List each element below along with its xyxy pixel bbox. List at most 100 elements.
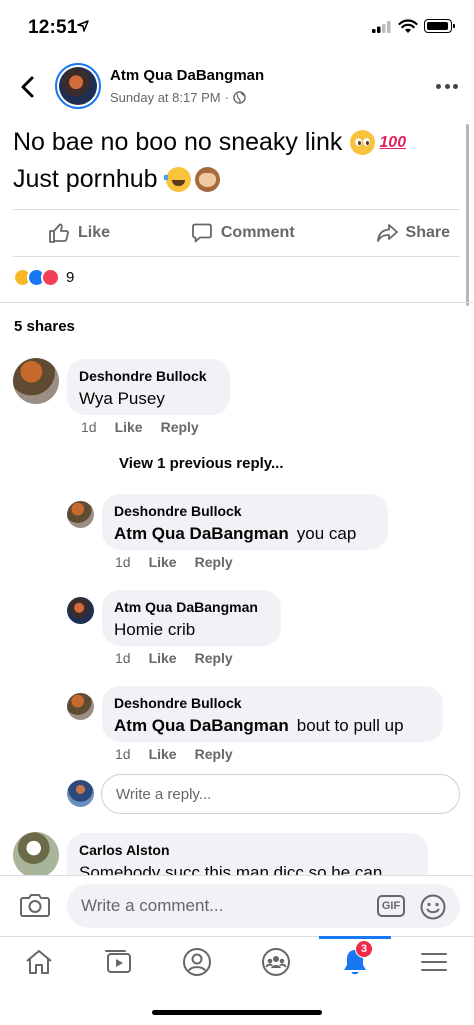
reply-like-button[interactable]: Like bbox=[149, 650, 177, 666]
thumbs-up-icon bbox=[49, 223, 69, 243]
comment-button[interactable]: Comment bbox=[191, 222, 295, 244]
reply-author[interactable]: Atm Qua DaBangman bbox=[114, 598, 269, 616]
reply-avatar[interactable] bbox=[67, 693, 94, 720]
comment-author[interactable]: Deshondre Bullock bbox=[79, 367, 218, 385]
comment-composer: Write a comment... GIF bbox=[0, 875, 474, 936]
meta-separator: · bbox=[224, 90, 229, 105]
pleading-face-icon bbox=[350, 130, 376, 155]
emoji-icon[interactable] bbox=[420, 894, 446, 920]
reply-text: Atm Qua DaBangman bout to pull up bbox=[114, 716, 404, 735]
comment-input-placeholder: Write a comment... bbox=[81, 896, 224, 915]
reaction-summary[interactable]: 9 bbox=[13, 268, 74, 287]
reply-time: 1d bbox=[115, 650, 131, 666]
reply-like-button[interactable]: Like bbox=[149, 554, 177, 570]
back-arrow-icon[interactable] bbox=[14, 72, 42, 102]
reply-bubble: Deshondre Bullock Atm Qua DaBangman you c… bbox=[102, 494, 388, 550]
divider bbox=[13, 256, 460, 257]
comment-time: 1d bbox=[81, 419, 97, 435]
reply-author[interactable]: Deshondre Bullock bbox=[114, 502, 376, 520]
reply-bubble: Deshondre Bullock Atm Qua DaBangman bout … bbox=[102, 686, 443, 742]
more-options-button[interactable] bbox=[436, 84, 458, 92]
reply-mention[interactable]: Atm Qua DaBangman bbox=[114, 524, 289, 543]
reply-input[interactable]: Write a reply... bbox=[101, 774, 460, 814]
home-icon bbox=[26, 950, 52, 974]
groups-icon bbox=[262, 948, 290, 976]
post-text-line2: Just pornhub bbox=[13, 165, 158, 193]
poster-avatar[interactable] bbox=[55, 63, 101, 109]
active-tab-indicator bbox=[319, 936, 391, 939]
reply-author[interactable]: Deshondre Bullock bbox=[114, 694, 431, 712]
share-count[interactable]: 5 shares bbox=[14, 318, 75, 335]
wifi-icon bbox=[398, 19, 418, 33]
tab-notifications[interactable]: 3 bbox=[335, 940, 375, 979]
battery-icon bbox=[424, 19, 455, 33]
commenter-avatar[interactable] bbox=[13, 832, 59, 878]
like-button[interactable]: Like bbox=[48, 222, 110, 244]
hamburger-menu-icon bbox=[421, 953, 447, 971]
comment-bubble: Carlos Alston Somebody succ this man dic… bbox=[67, 833, 428, 875]
reply-time: 1d bbox=[115, 746, 131, 762]
reply-avatar[interactable] bbox=[67, 501, 94, 528]
reply-mention[interactable]: Atm Qua DaBangman bbox=[114, 716, 289, 735]
tab-watch[interactable] bbox=[98, 945, 138, 979]
location-arrow-icon bbox=[77, 20, 89, 32]
comment-author[interactable]: Carlos Alston bbox=[79, 841, 416, 859]
globe-icon bbox=[233, 91, 246, 104]
reply-reply-button[interactable]: Reply bbox=[195, 554, 233, 570]
reply-actions: 1d Like Reply bbox=[115, 746, 233, 762]
reply-avatar[interactable] bbox=[67, 597, 94, 624]
poster-name[interactable]: Atm Qua DaBangman bbox=[110, 67, 264, 84]
reply-bubble: Atm Qua DaBangman Homie crib bbox=[102, 590, 281, 646]
scrollbar-thumb[interactable] bbox=[466, 124, 469, 306]
divider bbox=[0, 302, 474, 303]
post-time[interactable]: Sunday at 8:17 PM bbox=[110, 90, 221, 105]
post-text: No bae no boo no sneaky link 100 Just po… bbox=[13, 124, 453, 198]
share-label: Share bbox=[405, 224, 450, 241]
comment-bubble-icon bbox=[191, 223, 212, 243]
status-bar: 12:51 bbox=[0, 0, 474, 56]
like-label: Like bbox=[78, 224, 111, 241]
cellular-signal-icon bbox=[372, 21, 391, 33]
love-reaction-icon bbox=[41, 268, 60, 287]
current-user-avatar bbox=[67, 780, 94, 807]
profile-icon bbox=[183, 948, 211, 976]
post-text-line1: No bae no boo no sneaky link bbox=[13, 128, 343, 156]
tab-menu[interactable] bbox=[414, 945, 454, 979]
tears-of-joy-icon bbox=[163, 167, 201, 192]
post-action-bar: Like Comment Share bbox=[13, 211, 460, 255]
post-meta: Sunday at 8:17 PM · bbox=[110, 90, 246, 105]
notification-badge: 3 bbox=[355, 940, 373, 958]
comment-bubble: Deshondre Bullock Wya Pusey bbox=[67, 359, 230, 415]
commenter-avatar[interactable] bbox=[13, 358, 59, 404]
camera-icon[interactable] bbox=[20, 892, 50, 918]
comment-like-button[interactable]: Like bbox=[115, 419, 143, 435]
reply-reply-button[interactable]: Reply bbox=[195, 650, 233, 666]
gif-button[interactable]: GIF bbox=[377, 895, 405, 917]
home-indicator[interactable] bbox=[152, 1010, 322, 1015]
view-previous-replies[interactable]: View 1 previous reply... bbox=[119, 455, 284, 472]
tab-profile[interactable] bbox=[177, 945, 217, 979]
tab-groups[interactable] bbox=[256, 945, 296, 979]
comment-label: Comment bbox=[220, 224, 295, 241]
tab-home[interactable] bbox=[19, 945, 59, 979]
reply-actions: 1d Like Reply bbox=[115, 650, 233, 666]
comment-reply-button[interactable]: Reply bbox=[161, 419, 199, 435]
reply-text: Atm Qua DaBangman you cap bbox=[114, 524, 357, 543]
hundred-points-icon: 100 bbox=[379, 134, 407, 151]
reply-time: 1d bbox=[115, 554, 131, 570]
reply-like-button[interactable]: Like bbox=[149, 746, 177, 762]
reaction-count: 9 bbox=[66, 269, 75, 286]
comment-actions: 1d Like Reply bbox=[81, 419, 199, 435]
bottom-tab-bar: 3 bbox=[0, 936, 474, 992]
reply-text: Homie crib bbox=[114, 620, 196, 639]
share-arrow-icon bbox=[376, 224, 398, 242]
see-no-evil-monkey-icon bbox=[194, 167, 220, 192]
divider bbox=[13, 209, 460, 210]
reply-input-placeholder: Write a reply... bbox=[116, 785, 212, 803]
video-play-icon bbox=[105, 950, 131, 973]
status-time: 12:51 bbox=[28, 17, 78, 38]
reply-reply-button[interactable]: Reply bbox=[195, 746, 233, 762]
share-button[interactable]: Share bbox=[376, 222, 450, 244]
comment-text: Somebody succ this man dicc so he can bbox=[79, 863, 383, 875]
reply-actions: 1d Like Reply bbox=[115, 554, 233, 570]
